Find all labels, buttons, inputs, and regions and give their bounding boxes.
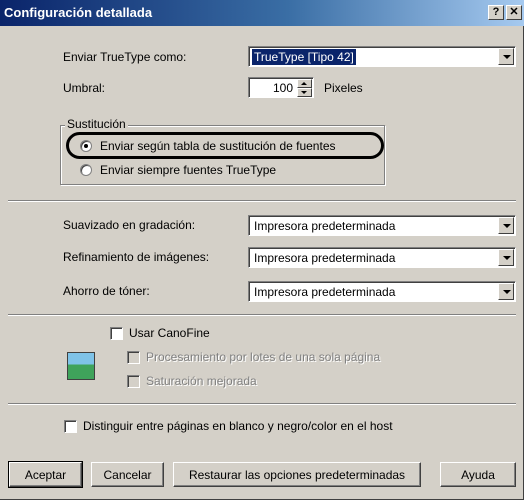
chevron-down-icon[interactable] bbox=[498, 249, 514, 266]
truetype-label: Enviar TrueType como: bbox=[63, 50, 187, 64]
distinguish-pages-label[interactable]: Distinguir entre páginas en blanco y neg… bbox=[83, 419, 393, 433]
sustitucion-title: Sustitución bbox=[65, 117, 128, 131]
radio-substitution-table[interactable] bbox=[80, 140, 92, 152]
spin-up-icon[interactable] bbox=[297, 79, 312, 88]
canofine-checkbox[interactable] bbox=[110, 327, 123, 340]
detailed-settings-dialog: Configuración detallada ? ✕ Enviar TrueT… bbox=[0, 0, 524, 500]
canofine-image-icon bbox=[67, 352, 95, 380]
umbral-unit: Pixeles bbox=[324, 81, 363, 95]
truetype-select[interactable]: TrueType [Tipo 42] bbox=[248, 46, 516, 67]
ahorro-label: Ahorro de tóner: bbox=[63, 284, 150, 298]
chevron-down-icon[interactable] bbox=[498, 283, 514, 300]
option-substitution-table-label[interactable]: Enviar según tabla de sustitución de fue… bbox=[100, 139, 336, 153]
separator bbox=[8, 403, 516, 405]
ahorro-select[interactable]: Impresora predeterminada bbox=[248, 281, 516, 302]
radio-always-truetype[interactable] bbox=[80, 164, 92, 176]
accept-button[interactable]: Aceptar bbox=[8, 461, 83, 488]
separator bbox=[8, 200, 516, 202]
suavizado-value: Impresora predeterminada bbox=[254, 219, 396, 233]
spin-down-icon[interactable] bbox=[297, 88, 312, 97]
help-title-button[interactable]: ? bbox=[488, 5, 504, 20]
refinamiento-select[interactable]: Impresora predeterminada bbox=[248, 247, 516, 268]
enhanced-saturation-checkbox bbox=[127, 375, 140, 388]
close-title-button[interactable]: ✕ bbox=[506, 5, 522, 20]
restore-defaults-button[interactable]: Restaurar las opciones predeterminadas bbox=[173, 462, 421, 487]
enhanced-saturation-label: Saturación mejorada bbox=[146, 374, 257, 388]
option-always-truetype-label[interactable]: Enviar siempre fuentes TrueType bbox=[100, 163, 276, 177]
ahorro-value: Impresora predeterminada bbox=[254, 285, 396, 299]
umbral-spinbox[interactable]: 100 bbox=[248, 77, 314, 98]
batch-processing-label: Procesamiento por lotes de una sola pági… bbox=[146, 350, 381, 364]
umbral-label: Umbral: bbox=[63, 81, 106, 95]
refinamiento-label: Refinamiento de imágenes: bbox=[63, 250, 210, 264]
canofine-label[interactable]: Usar CanoFine bbox=[129, 326, 210, 340]
batch-processing-checkbox bbox=[127, 351, 140, 364]
title-bar: Configuración detallada ? ✕ bbox=[0, 0, 524, 26]
cancel-button[interactable]: Cancelar bbox=[91, 462, 164, 487]
suavizado-select[interactable]: Impresora predeterminada bbox=[248, 215, 516, 236]
refinamiento-value: Impresora predeterminada bbox=[254, 251, 396, 265]
help-button[interactable]: Ayuda bbox=[440, 462, 516, 487]
separator bbox=[8, 314, 516, 316]
chevron-down-icon[interactable] bbox=[498, 48, 514, 65]
suavizado-label: Suavizado en gradación: bbox=[63, 218, 196, 232]
distinguish-pages-checkbox[interactable] bbox=[64, 420, 77, 433]
chevron-down-icon[interactable] bbox=[498, 217, 514, 234]
truetype-value: TrueType [Tipo 42] bbox=[252, 49, 356, 65]
dialog-title: Configuración detallada bbox=[4, 5, 153, 20]
umbral-value: 100 bbox=[272, 81, 293, 95]
